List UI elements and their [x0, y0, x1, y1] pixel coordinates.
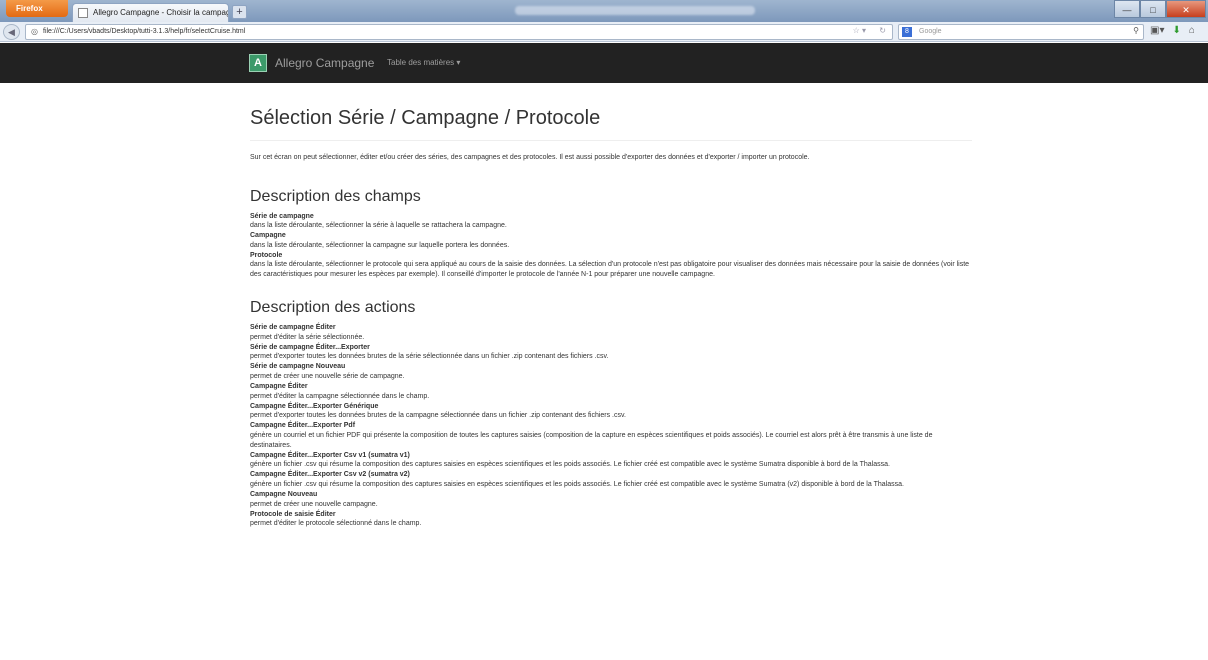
main-content: Sélection Série / Campagne / Protocole S… — [250, 83, 972, 529]
bookmarks-menu-icon[interactable]: ▣▾ — [1150, 25, 1164, 36]
site-identity-icon[interactable]: ◎ — [31, 27, 38, 36]
field-definition: dans la liste déroulante, sélectionner l… — [250, 261, 970, 279]
field-term: Protocole — [250, 251, 283, 259]
page-favicon-icon — [78, 8, 88, 18]
search-icon[interactable]: ⚲ — [1133, 26, 1139, 35]
home-icon[interactable]: ⌂ — [1189, 25, 1195, 36]
action-term: Campagne Nouveau — [250, 491, 318, 499]
action-definition: permet d'éditer la campagne sélectionnée… — [250, 392, 430, 400]
browser-tab[interactable]: Allegro Campagne - Choisir la campagne — [72, 3, 229, 22]
actions-heading: Description des actions — [250, 299, 416, 317]
action-definition: permet d'exporter toutes les données bru… — [250, 353, 609, 361]
field-term: Série de campagne — [250, 212, 314, 220]
tab-title: Allegro Campagne - Choisir la campagne — [93, 8, 229, 17]
window-title-bar: Firefox Allegro Campagne - Choisir la ca… — [0, 0, 1208, 22]
action-term: Campagne Éditer...Exporter Générique — [250, 402, 379, 410]
action-definition: génère un courriel et un fichier PDF qui… — [250, 431, 933, 449]
action-term: Série de campagne Nouveau — [250, 363, 346, 371]
new-tab-button[interactable]: + — [232, 5, 247, 19]
action-definition: permet de créer une nouvelle série de ca… — [250, 373, 405, 381]
maximize-button[interactable]: □ — [1140, 0, 1166, 18]
google-engine-icon[interactable]: 8 — [902, 27, 912, 37]
minimize-button[interactable]: — — [1114, 0, 1140, 18]
back-button[interactable]: ◀ — [3, 24, 20, 40]
window-title-blurred — [515, 6, 755, 15]
reload-icon[interactable]: ↻ — [879, 26, 886, 35]
action-definition: permet d'éditer la série sélectionnée. — [250, 333, 365, 341]
field-definition: dans la liste déroulante, sélectionner l… — [250, 222, 507, 230]
brand-link[interactable]: Allegro Campagne — [275, 54, 374, 72]
intro-paragraph: Sur cet écran on peut sélectionner, édit… — [250, 154, 810, 161]
action-term: Protocole de saisie Éditer — [250, 510, 336, 518]
download-icon[interactable]: ⬇ — [1172, 25, 1180, 36]
url-bar[interactable]: ◎ file:///C:/Users/vbadts/Desktop/tutti-… — [25, 24, 893, 40]
page-title: Sélection Série / Campagne / Protocole — [250, 107, 601, 129]
actions-list: Série de campagne Éditer permet d'éditer… — [250, 323, 972, 529]
action-definition: permet d'éditer le protocole sélectionné… — [250, 520, 422, 528]
search-input[interactable]: Google — [919, 25, 942, 39]
action-definition: génère un fichier .csv qui résume la com… — [250, 481, 904, 489]
bookmark-star-icon[interactable]: ☆ ▾ — [853, 26, 866, 35]
toolbar-icons: ▣▾ ⬇ ⌂ — [1150, 25, 1195, 36]
table-of-contents-dropdown[interactable]: Table des matières ▾ — [387, 56, 460, 70]
field-term: Campagne — [250, 232, 286, 240]
site-navbar: A Allegro Campagne Table des matières ▾ — [0, 43, 1208, 83]
window-controls: — □ ✕ — [1114, 0, 1206, 18]
close-window-button[interactable]: ✕ — [1166, 0, 1206, 18]
title-divider — [250, 140, 972, 141]
browser-nav-bar: ◀ ◎ file:///C:/Users/vbadts/Desktop/tutt… — [0, 22, 1208, 42]
action-term: Campagne Éditer — [250, 383, 308, 391]
action-term: Campagne Éditer...Exporter Pdf — [250, 422, 356, 430]
search-bar[interactable]: 8 Google ⚲ — [898, 24, 1144, 40]
action-term: Série de campagne Éditer — [250, 324, 336, 332]
action-term: Campagne Éditer...Exporter Csv v1 (sumat… — [250, 451, 410, 459]
fields-list: Série de campagne dans la liste déroulan… — [250, 212, 972, 281]
back-arrow-icon: ◀ — [8, 27, 15, 37]
allegro-logo-icon[interactable]: A — [249, 54, 267, 72]
action-term: Campagne Éditer...Exporter Csv v2 (sumat… — [250, 471, 410, 479]
action-definition: permet de créer une nouvelle campagne. — [250, 500, 378, 508]
action-definition: génère un fichier .csv qui résume la com… — [250, 461, 890, 469]
action-definition: permet d'exporter toutes les données bru… — [250, 412, 626, 420]
firefox-menu-button[interactable]: Firefox — [6, 0, 68, 17]
action-term: Série de campagne Éditer...Exporter — [250, 343, 370, 351]
fields-heading: Description des champs — [250, 187, 421, 205]
url-text[interactable]: file:///C:/Users/vbadts/Desktop/tutti-3.… — [43, 25, 245, 39]
field-definition: dans la liste déroulante, sélectionner l… — [250, 241, 510, 249]
